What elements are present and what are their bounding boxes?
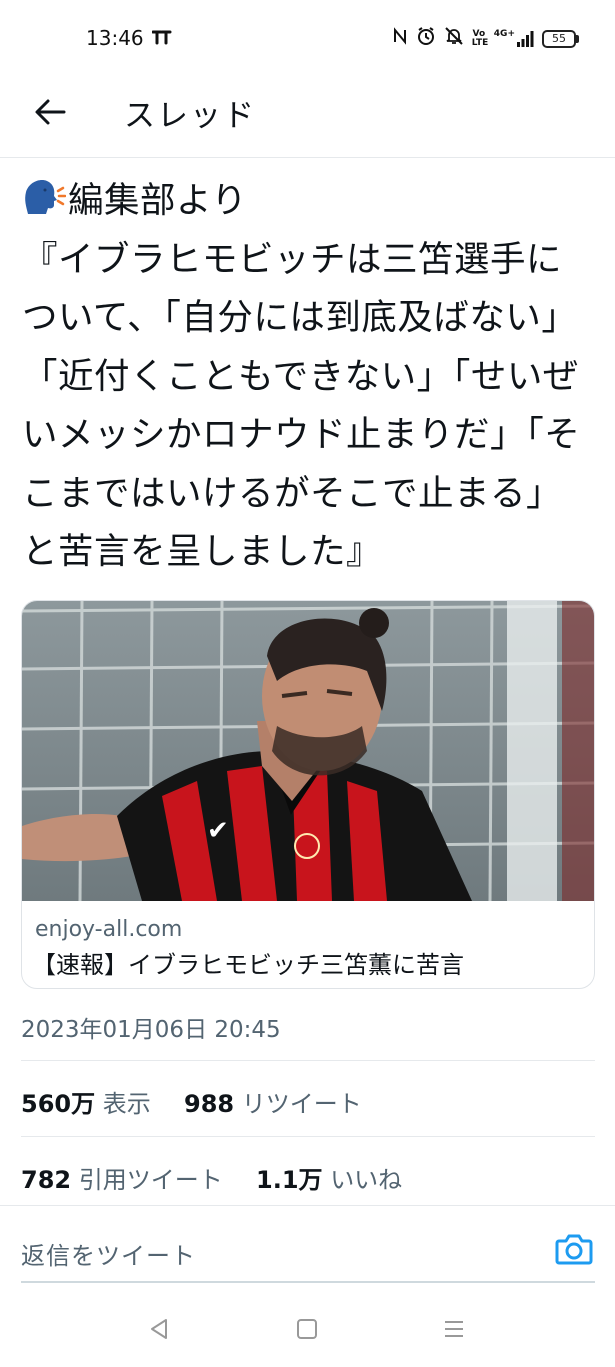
retweets-count: 988: [184, 1090, 235, 1118]
nfc-icon: [392, 27, 408, 50]
svg-text:✔: ✔: [207, 816, 229, 846]
stats-row-quotes-likes: 782 引用ツイート 1.1万 いいね: [21, 1160, 402, 1195]
views-stat: 560万 表示: [21, 1090, 158, 1118]
quotes-label: 引用ツイート: [78, 1166, 223, 1194]
views-label: 表示: [102, 1090, 151, 1118]
reply-input[interactable]: 返信をツイート: [21, 1236, 196, 1271]
quotes-count: 782: [21, 1166, 72, 1194]
speaking-head-emoji-icon: [22, 176, 67, 220]
likes-label: いいね: [330, 1166, 403, 1194]
divider: [21, 1136, 595, 1137]
tweet-text: 編集部より 『イブラヒモビッチは三笘選手について、「自分には到底及ばない」「近付…: [22, 180, 581, 572]
status-time: 13:46: [86, 26, 144, 50]
card-title: 【速報】イブラヒモビッチ三笘薫に苦言: [32, 951, 464, 979]
tweet-body: 編集部より 『イブラヒモビッチは三笘選手について、「自分には到底及ばない」「近付…: [22, 172, 597, 582]
system-nav-bar: [0, 1295, 615, 1367]
stats-row-views-retweets: 560万 表示 988 リツイート: [21, 1084, 362, 1119]
nav-home-button[interactable]: [287, 1311, 327, 1351]
back-triangle-icon: [147, 1317, 171, 1345]
thread-header: スレッド: [0, 78, 615, 158]
link-card[interactable]: ✔ enjoy-all.com 【速報】イブラヒモビッチ三笘薫に苦言: [21, 600, 595, 989]
status-icons: Vo LTE 4G+ 55: [392, 26, 579, 51]
nav-back-button[interactable]: [139, 1311, 179, 1351]
home-square-icon: [295, 1317, 319, 1345]
retweets-label: リツイート: [241, 1090, 362, 1118]
football-player-photo: ✔: [22, 601, 594, 902]
camera-icon: [555, 1234, 593, 1270]
battery-icon: 55: [542, 29, 579, 48]
alarm-icon: [416, 26, 436, 51]
arrow-left-icon: [34, 98, 66, 130]
tt-notification-icon: [151, 28, 172, 51]
battery-level: 55: [542, 29, 576, 48]
views-count: 560万: [21, 1090, 96, 1118]
nav-menu-button[interactable]: [434, 1311, 474, 1351]
camera-button[interactable]: [555, 1232, 593, 1266]
likes-stat[interactable]: 1.1万 いいね: [256, 1166, 402, 1194]
back-button[interactable]: [28, 92, 72, 136]
menu-lines-icon: [442, 1317, 466, 1345]
volte-icon: Vo LTE: [471, 28, 489, 48]
likes-count: 1.1万: [256, 1166, 323, 1194]
quotes-stat[interactable]: 782 引用ツイート: [21, 1166, 230, 1194]
divider: [21, 1060, 595, 1061]
4g-signal-icon: 4G+: [493, 28, 534, 48]
reply-underline: [21, 1281, 595, 1283]
network-type: 4G+: [493, 28, 515, 39]
reply-bar: 返信をツイート: [0, 1205, 615, 1285]
status-bar: 13:46 Vo LTE 4G+ 55: [0, 0, 615, 78]
retweets-stat[interactable]: 988 リツイート: [184, 1090, 362, 1118]
page-title: スレッド: [124, 98, 256, 134]
tweet-timestamp: 2023年01月06日 20:45: [21, 1017, 281, 1043]
card-domain: enjoy-all.com: [35, 917, 183, 942]
mute-icon: [444, 26, 464, 51]
